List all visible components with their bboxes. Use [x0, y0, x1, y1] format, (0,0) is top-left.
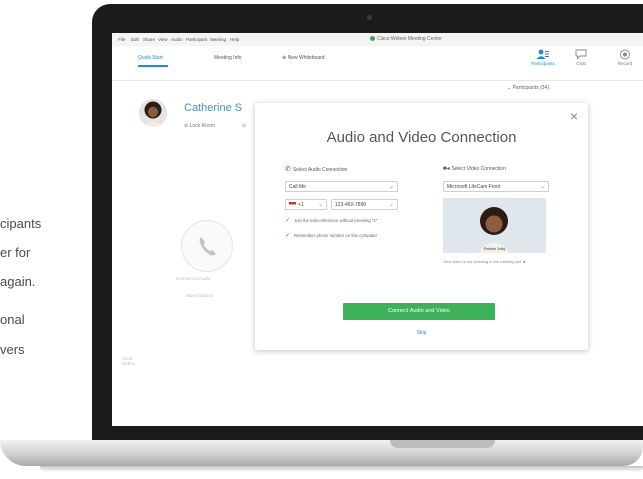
- connect-audio-button[interactable]: [181, 220, 233, 272]
- phone-icon: [199, 237, 216, 256]
- tab-bar: Quick Start Meeting Info ⊕ New Whiteboar…: [112, 46, 643, 81]
- record-indicator-icon: ⊙: [242, 123, 247, 129]
- dialog-title: Audio and Video Connection: [326, 129, 517, 146]
- tab-new-whiteboard[interactable]: ⊕ New Whiteboard: [282, 55, 325, 61]
- chat-bubble-icon: [564, 49, 598, 61]
- host-name: Catherine S: [184, 102, 243, 114]
- laptop-base: [0, 440, 643, 466]
- video-note-text: Your video is not showing in the meeting…: [443, 259, 523, 264]
- marketing-text-line-4: onal: [0, 312, 25, 327]
- laptop-camera: [367, 15, 372, 20]
- laptop-notch: [390, 440, 495, 448]
- chevron-down-icon: ⌄: [317, 202, 323, 208]
- chat-button[interactable]: Chat: [564, 49, 598, 66]
- menu-help[interactable]: Help: [230, 37, 239, 42]
- phone-number-value: 123-450-7890: [335, 202, 367, 208]
- marketing-text-line-2: er for: [0, 245, 31, 260]
- checkmark-icon[interactable]: ✓: [285, 233, 290, 239]
- camera-value: Microsoft LifeCam Front: [447, 184, 501, 190]
- audio-connection-select[interactable]: Call Me ⌄: [285, 181, 398, 192]
- menu-meeting[interactable]: Meeting: [210, 37, 226, 42]
- info-icon: ●: [523, 259, 526, 264]
- close-icon[interactable]: ×: [570, 109, 578, 123]
- country-code-select[interactable]: +1 ⌄: [285, 199, 327, 210]
- video-preview: Patrice Jolly: [443, 198, 546, 253]
- participants-button[interactable]: Participants: [526, 49, 560, 66]
- tab-quick-start[interactable]: Quick Start: [138, 55, 163, 61]
- video-preview-name: Patrice Jolly: [483, 246, 506, 251]
- tab-new-whiteboard-label: New Whiteboard: [287, 55, 325, 61]
- connect-audio-video-button[interactable]: Connect Audio and Video: [343, 303, 495, 320]
- marketing-text-line-5: vers: [0, 342, 25, 357]
- skip-link[interactable]: Skip: [255, 330, 588, 336]
- active-tab-indicator: [138, 65, 168, 67]
- marketing-text-line-1: cipants: [0, 216, 42, 231]
- menu-audio[interactable]: Audio: [171, 37, 183, 42]
- lock-room-button[interactable]: ⊘ Lock Room: [184, 123, 215, 129]
- more-options-link[interactable]: More Options: [186, 293, 213, 298]
- video-preview-image: [443, 198, 546, 253]
- menu-view[interactable]: View: [158, 37, 168, 42]
- app-screen: File Edit Share View Audio Participant M…: [112, 33, 643, 426]
- no-press-one-option[interactable]: ✓ Join the teleconference without pressi…: [285, 218, 400, 224]
- marketing-text-line-3: again.: [0, 274, 36, 289]
- phone-icon: ✆: [285, 166, 293, 173]
- record-button-label: Record: [617, 61, 633, 66]
- window-title: Cisco Webex Meeting Center: [370, 36, 442, 42]
- tab-meeting-info[interactable]: Meeting Info: [214, 55, 242, 61]
- record-icon: [608, 49, 642, 61]
- chevron-down-icon: ⌄: [539, 184, 545, 190]
- chevron-down-icon: ⌄: [388, 202, 394, 208]
- audio-section-text: Select Audio Connection: [292, 167, 348, 173]
- laptop-shadow: [40, 466, 643, 472]
- people-icon: [526, 49, 560, 61]
- menu-file[interactable]: File: [118, 37, 125, 42]
- participants-panel-label: Participants: [512, 85, 539, 91]
- cisco-webex-logo: cisco webex: [122, 356, 136, 366]
- webex-logo-icon: [370, 36, 375, 42]
- menu-edit[interactable]: Edit: [131, 37, 139, 42]
- us-flag-icon: [289, 202, 296, 208]
- lock-room-label: Lock Room: [189, 123, 215, 129]
- video-section-text: Select Video Connection: [451, 166, 506, 172]
- audio-section-label: ✆ Select Audio Connection: [285, 165, 347, 173]
- host-avatar: [139, 99, 167, 127]
- video-note: Your video is not showing in the meeting…: [443, 259, 551, 265]
- audio-video-dialog: × Audio and Video Connection ✆ Select Au…: [255, 103, 588, 350]
- remember-phone-option[interactable]: ✓ Remember phone number on this computer: [285, 233, 400, 239]
- video-section-label: ■◂ Select Video Connection: [443, 165, 506, 172]
- audio-connection-value: Call Me: [289, 184, 306, 190]
- menu-bar: File Edit Share View Audio Participant M…: [112, 33, 643, 47]
- menu-share[interactable]: Share: [143, 37, 155, 42]
- window-title-text: Cisco Webex Meeting Center: [377, 36, 442, 42]
- participants-button-label: Participants: [531, 61, 555, 66]
- connect-audio-label: Connect to Audio: [176, 276, 211, 281]
- remember-phone-label: Remember phone number on this computer: [294, 233, 378, 238]
- no-press-one-label: Join the teleconference without pressing…: [294, 218, 378, 223]
- chevron-down-icon: ⌄: [388, 184, 394, 190]
- chat-button-label: Chat: [576, 61, 586, 66]
- participants-panel-header[interactable]: ⌄ Participants (34): [507, 85, 549, 91]
- menu-participant[interactable]: Participant: [186, 37, 207, 42]
- participants-count: (34): [540, 85, 550, 91]
- camera-select[interactable]: Microsoft LifeCam Front ⌄: [443, 181, 549, 192]
- checkmark-icon[interactable]: ✓: [285, 218, 290, 224]
- record-button[interactable]: Record: [608, 49, 642, 66]
- phone-number-field[interactable]: 123-450-7890 ⌄: [331, 199, 398, 210]
- country-code-value: +1: [298, 202, 304, 208]
